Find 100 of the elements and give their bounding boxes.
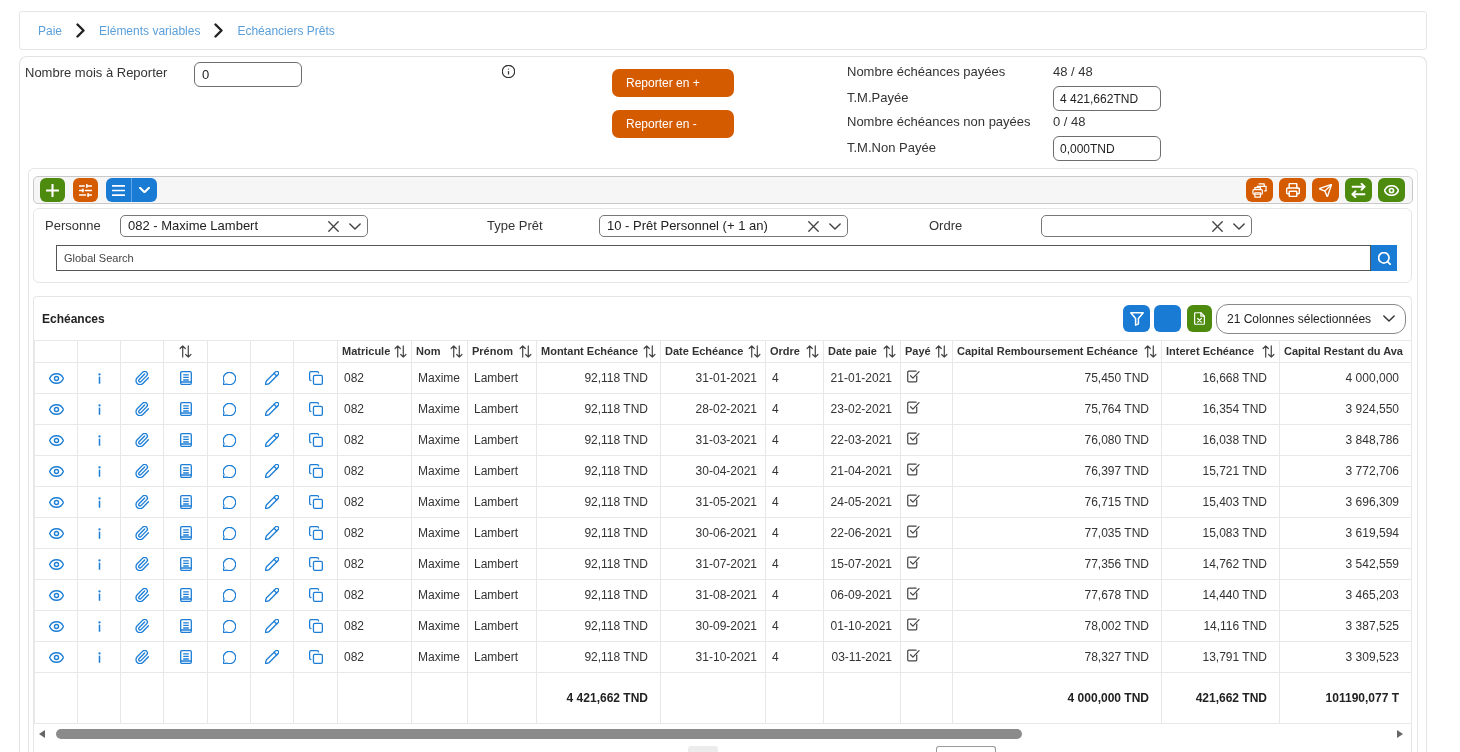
- pencil-icon[interactable]: [265, 588, 279, 602]
- select-field[interactable]: 10 - Prêt Personnel (+ 1 an): [599, 215, 848, 237]
- chat-icon[interactable]: [222, 433, 236, 447]
- paperclip-icon[interactable]: [135, 526, 149, 540]
- export-button[interactable]: [1187, 305, 1212, 332]
- chat-icon[interactable]: [222, 619, 236, 633]
- scrollbar-thumb[interactable]: [56, 728, 1022, 739]
- clear-icon[interactable]: [328, 220, 339, 232]
- document-icon[interactable]: [179, 371, 192, 385]
- chat-icon[interactable]: [222, 495, 236, 509]
- chevron-down-icon[interactable]: [349, 222, 361, 230]
- document-icon[interactable]: [179, 650, 192, 664]
- print-button[interactable]: [1279, 178, 1306, 202]
- pencil-icon[interactable]: [265, 495, 279, 509]
- document-icon[interactable]: [179, 526, 192, 540]
- clear-icon[interactable]: [1212, 220, 1223, 232]
- column-header[interactable]: Nom: [411, 340, 468, 363]
- search-field[interactable]: Global Search: [56, 245, 1371, 271]
- eye-icon[interactable]: [48, 465, 64, 477]
- chat-icon[interactable]: [222, 650, 236, 664]
- column-header[interactable]: Ordre: [765, 340, 824, 363]
- pencil-icon[interactable]: [265, 433, 279, 447]
- column-header[interactable]: Capital Restant du Ava: [1279, 340, 1412, 363]
- action-button[interactable]: [1154, 305, 1181, 332]
- column-header[interactable]: [163, 340, 208, 363]
- column-header[interactable]: Date Echéance: [660, 340, 766, 363]
- dropdown-button[interactable]: [131, 178, 157, 202]
- months-field[interactable]: 0: [194, 62, 302, 87]
- filter-button[interactable]: [1123, 305, 1150, 332]
- search-button[interactable]: [1371, 245, 1397, 271]
- amount-field[interactable]: 0,000TND: [1053, 136, 1161, 161]
- swap-button[interactable]: [1345, 178, 1372, 202]
- eye-icon[interactable]: [48, 651, 64, 663]
- scroll-left-icon[interactable]: [39, 729, 45, 738]
- column-header[interactable]: Prénom: [467, 340, 537, 363]
- column-header[interactable]: Interet Echéance: [1161, 340, 1280, 363]
- paperclip-icon[interactable]: [135, 371, 149, 385]
- chevron-down-icon[interactable]: [1233, 222, 1245, 230]
- copy-icon[interactable]: [308, 588, 323, 602]
- eye-icon[interactable]: [48, 434, 64, 446]
- chat-icon[interactable]: [222, 588, 236, 602]
- add-button[interactable]: [40, 178, 65, 202]
- list-button[interactable]: [106, 178, 131, 202]
- eye-icon[interactable]: [48, 589, 64, 601]
- copy-icon[interactable]: [308, 557, 323, 571]
- clear-icon[interactable]: [808, 220, 819, 232]
- paperclip-icon[interactable]: [135, 464, 149, 478]
- paperclip-icon[interactable]: [135, 433, 149, 447]
- report-button[interactable]: Reporter en +: [612, 69, 734, 97]
- document-icon[interactable]: [179, 557, 192, 571]
- pencil-icon[interactable]: [265, 371, 279, 385]
- copy-icon[interactable]: [308, 495, 323, 509]
- eye-icon[interactable]: [48, 403, 64, 415]
- column-header[interactable]: Payé: [900, 340, 953, 363]
- pencil-icon[interactable]: [265, 464, 279, 478]
- eye-icon[interactable]: [48, 372, 64, 384]
- column-header[interactable]: Date paie: [823, 340, 901, 363]
- columns-select[interactable]: 21 Colonnes sélectionnées: [1216, 303, 1406, 334]
- copy-icon[interactable]: [308, 619, 323, 633]
- column-header[interactable]: Montant Echéance: [536, 340, 661, 363]
- chat-icon[interactable]: [222, 526, 236, 540]
- page-size-select[interactable]: [936, 746, 996, 752]
- chat-icon[interactable]: [222, 464, 236, 478]
- print-batch-button[interactable]: [1246, 178, 1273, 202]
- amount-field[interactable]: 4 421,662TND: [1053, 86, 1161, 111]
- chevron-down-icon[interactable]: [1383, 315, 1395, 322]
- pencil-icon[interactable]: [265, 650, 279, 664]
- eye-icon[interactable]: [48, 558, 64, 570]
- column-header[interactable]: Matricule: [337, 340, 412, 363]
- document-icon[interactable]: [179, 588, 192, 602]
- scroll-right-icon[interactable]: [1397, 729, 1403, 738]
- document-icon[interactable]: [179, 402, 192, 416]
- paperclip-icon[interactable]: [135, 650, 149, 664]
- eye-icon[interactable]: [48, 496, 64, 508]
- copy-icon[interactable]: [308, 464, 323, 478]
- chevron-down-icon[interactable]: [829, 222, 841, 230]
- document-icon[interactable]: [179, 433, 192, 447]
- eye-icon[interactable]: [48, 527, 64, 539]
- copy-icon[interactable]: [308, 402, 323, 416]
- report-button[interactable]: Reporter en -: [612, 110, 734, 138]
- paperclip-icon[interactable]: [135, 619, 149, 633]
- pencil-icon[interactable]: [265, 402, 279, 416]
- chat-icon[interactable]: [222, 371, 236, 385]
- paperclip-icon[interactable]: [135, 588, 149, 602]
- copy-icon[interactable]: [308, 650, 323, 664]
- copy-icon[interactable]: [308, 371, 323, 385]
- paperclip-icon[interactable]: [135, 402, 149, 416]
- copy-icon[interactable]: [308, 526, 323, 540]
- pencil-icon[interactable]: [265, 526, 279, 540]
- document-icon[interactable]: [179, 619, 192, 633]
- document-icon[interactable]: [179, 464, 192, 478]
- chat-icon[interactable]: [222, 402, 236, 416]
- pencil-icon[interactable]: [265, 619, 279, 633]
- select-field[interactable]: [1041, 215, 1252, 237]
- send-button[interactable]: [1312, 178, 1339, 202]
- pencil-icon[interactable]: [265, 557, 279, 571]
- paperclip-icon[interactable]: [135, 495, 149, 509]
- paperclip-icon[interactable]: [135, 557, 149, 571]
- adjust-button[interactable]: [73, 178, 98, 202]
- view-button[interactable]: [1378, 178, 1405, 202]
